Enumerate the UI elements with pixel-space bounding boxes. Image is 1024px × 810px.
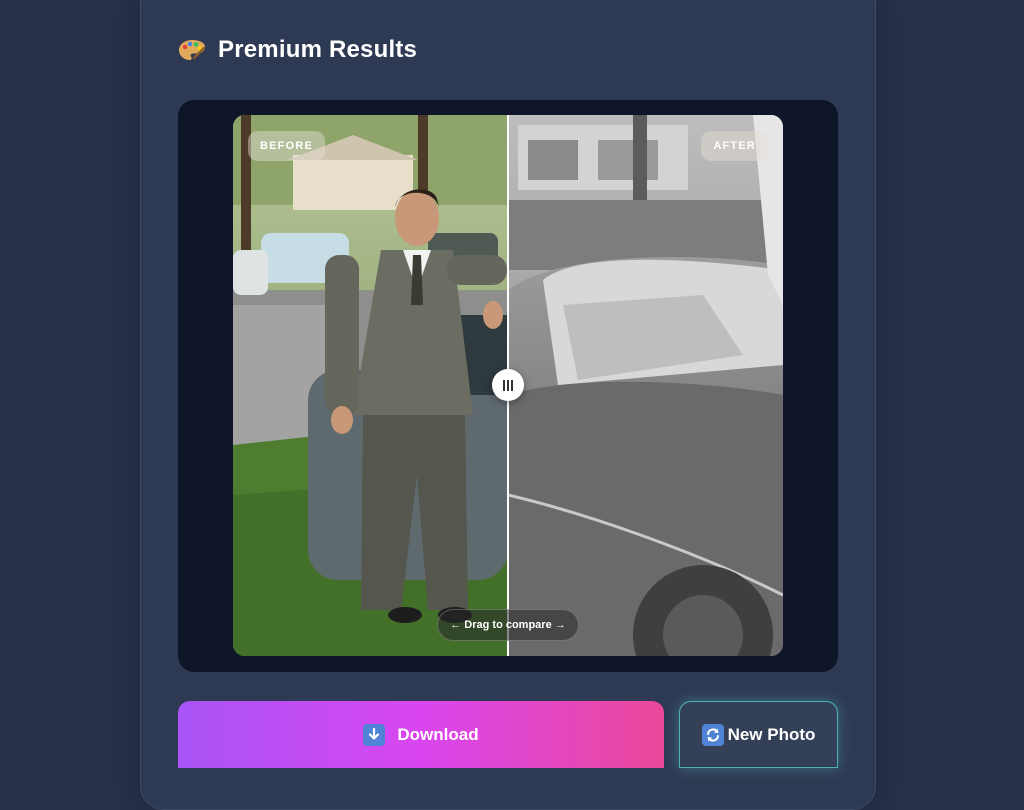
- download-label: Download: [397, 724, 479, 744]
- before-badge: BEFORE: [248, 131, 326, 161]
- page-title: Premium Results: [218, 36, 418, 63]
- new-photo-label: New Photo: [727, 724, 816, 744]
- artist-palette-icon: [178, 38, 206, 62]
- new-photo-button[interactable]: New Photo: [679, 701, 838, 768]
- compare-slider-handle[interactable]: [492, 369, 524, 401]
- grip-line-icon: [511, 379, 513, 391]
- after-badge: AFTER: [701, 131, 768, 161]
- refresh-icon: [701, 723, 724, 746]
- before-after-image[interactable]: BEFORE AFTER ← Drag to compare →: [233, 115, 783, 656]
- grip-line-icon: [503, 379, 505, 391]
- download-button[interactable]: Download: [178, 701, 664, 768]
- results-header: Premium Results: [178, 34, 417, 66]
- grip-line-icon: [507, 379, 509, 391]
- down-arrow-icon: [363, 723, 386, 746]
- drag-to-compare-hint: ← Drag to compare →: [437, 609, 579, 641]
